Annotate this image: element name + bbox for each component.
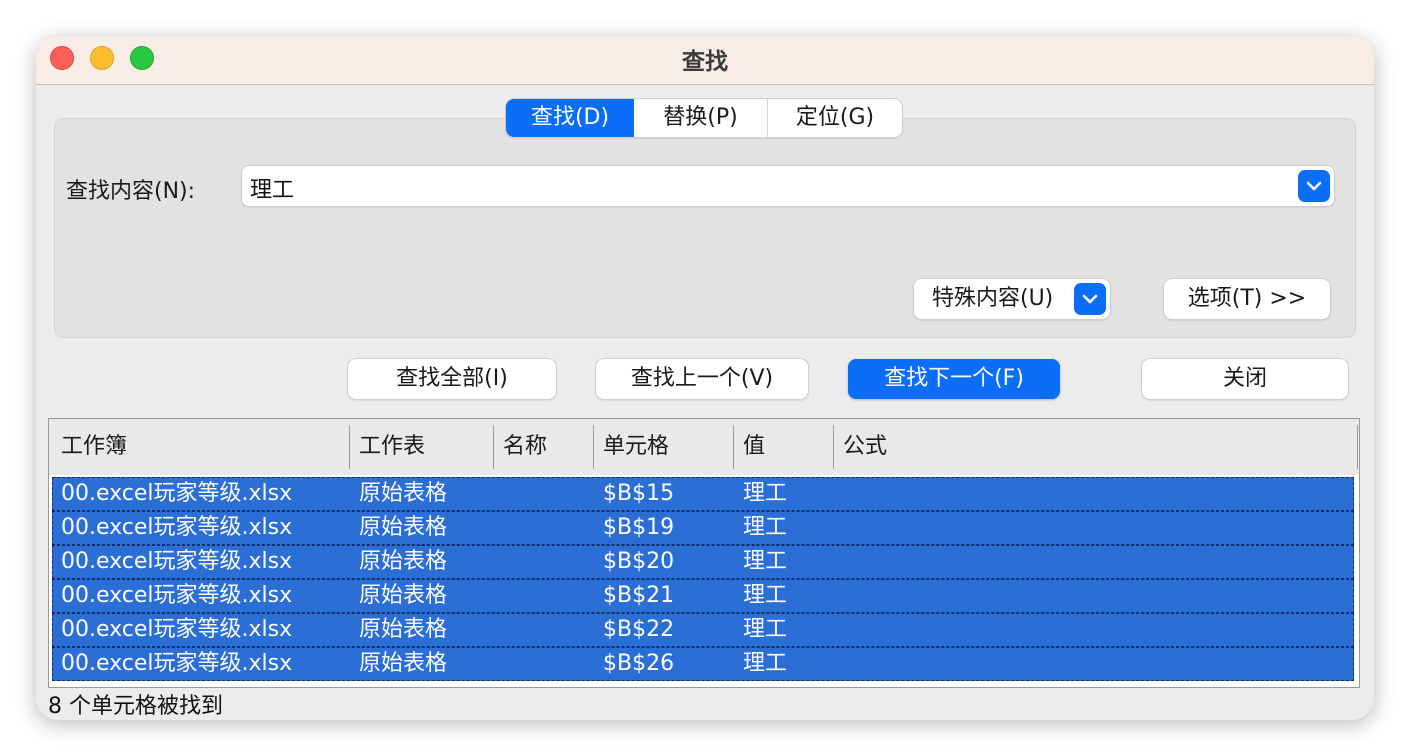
address-cell: $B$22: [603, 617, 675, 642]
workbook-cell: 00.excel玩家等级.xlsx: [61, 549, 293, 574]
value-cell: 理工: [743, 651, 788, 676]
column-header-value[interactable]: 值: [731, 419, 833, 475]
column-header-formula[interactable]: 公式: [831, 419, 1351, 475]
address-cell: $B$20: [603, 549, 675, 574]
tab-replace[interactable]: 替换(P): [634, 99, 768, 137]
table-row[interactable]: 00.excel玩家等级.xlsx 原始表格 $B$20 理工: [52, 545, 1354, 579]
find-previous-button[interactable]: 查找上一个(V): [596, 359, 808, 399]
tab-find[interactable]: 查找(D): [506, 99, 634, 137]
find-all-button[interactable]: 查找全部(I): [348, 359, 556, 399]
results-rows: 00.excel玩家等级.xlsx 原始表格 $B$15 理工 00.excel…: [52, 477, 1354, 681]
address-cell: $B$19: [603, 515, 675, 540]
titlebar: 查找: [36, 36, 1374, 85]
close-button[interactable]: 关闭: [1142, 359, 1348, 399]
chevron-down-icon: [1074, 283, 1106, 315]
address-cell: $B$15: [603, 481, 675, 506]
find-what-combobox[interactable]: 理工: [242, 166, 1334, 206]
workbook-cell: 00.excel玩家等级.xlsx: [61, 481, 293, 506]
value-cell: 理工: [743, 515, 788, 540]
column-header-sheet[interactable]: 工作表: [347, 419, 493, 475]
window-title: 查找: [682, 49, 728, 75]
status-text: 8 个单元格被找到: [48, 694, 223, 719]
find-what-label: 查找内容(N):: [66, 179, 196, 204]
table-row[interactable]: 00.excel玩家等级.xlsx 原始表格 $B$21 理工: [52, 579, 1354, 613]
tab-bar: 查找(D) 替换(P) 定位(G): [506, 99, 902, 137]
find-next-button[interactable]: 查找下一个(F): [848, 359, 1060, 399]
address-cell: $B$26: [603, 651, 675, 676]
table-row[interactable]: 00.excel玩家等级.xlsx 原始表格 $B$19 理工: [52, 511, 1354, 545]
column-header-name[interactable]: 名称: [491, 419, 593, 475]
value-cell: 理工: [743, 583, 788, 608]
column-header-cell[interactable]: 单元格: [591, 419, 733, 475]
sheet-cell: 原始表格: [359, 583, 448, 608]
find-dialog-window: 查找 查找(D) 替换(P) 定位(G) 查找内容(N): 理工 特殊内容(U)…: [36, 36, 1374, 720]
workbook-cell: 00.excel玩家等级.xlsx: [61, 583, 293, 608]
results-table[interactable]: 工作簿 工作表 名称 单元格 值 公式 00.excel玩家等级.xlsx 原始…: [48, 418, 1360, 688]
find-what-input[interactable]: 理工: [250, 172, 294, 204]
results-header: 工作簿 工作表 名称 单元格 值 公式: [49, 419, 1359, 475]
find-options-group: [54, 118, 1356, 338]
workbook-cell: 00.excel玩家等级.xlsx: [61, 617, 293, 642]
sheet-cell: 原始表格: [359, 549, 448, 574]
address-cell: $B$21: [603, 583, 675, 608]
column-header-workbook[interactable]: 工作簿: [49, 419, 349, 475]
table-row[interactable]: 00.excel玩家等级.xlsx 原始表格 $B$26 理工: [52, 647, 1354, 681]
workbook-cell: 00.excel玩家等级.xlsx: [61, 515, 293, 540]
special-content-label: 特殊内容(U): [932, 286, 1054, 311]
value-cell: 理工: [743, 549, 788, 574]
sheet-cell: 原始表格: [359, 481, 448, 506]
table-row[interactable]: 00.excel玩家等级.xlsx 原始表格 $B$15 理工: [52, 477, 1354, 511]
options-button[interactable]: 选项(T) >>: [1164, 279, 1330, 319]
sheet-cell: 原始表格: [359, 617, 448, 642]
value-cell: 理工: [743, 617, 788, 642]
workbook-cell: 00.excel玩家等级.xlsx: [61, 651, 293, 676]
special-content-button[interactable]: 特殊内容(U): [914, 279, 1110, 319]
tab-goto[interactable]: 定位(G): [768, 99, 902, 137]
table-row[interactable]: 00.excel玩家等级.xlsx 原始表格 $B$22 理工: [52, 613, 1354, 647]
sheet-cell: 原始表格: [359, 515, 448, 540]
chevron-down-icon[interactable]: [1298, 170, 1330, 202]
sheet-cell: 原始表格: [359, 651, 448, 676]
value-cell: 理工: [743, 481, 788, 506]
column-divider: [1357, 425, 1358, 469]
